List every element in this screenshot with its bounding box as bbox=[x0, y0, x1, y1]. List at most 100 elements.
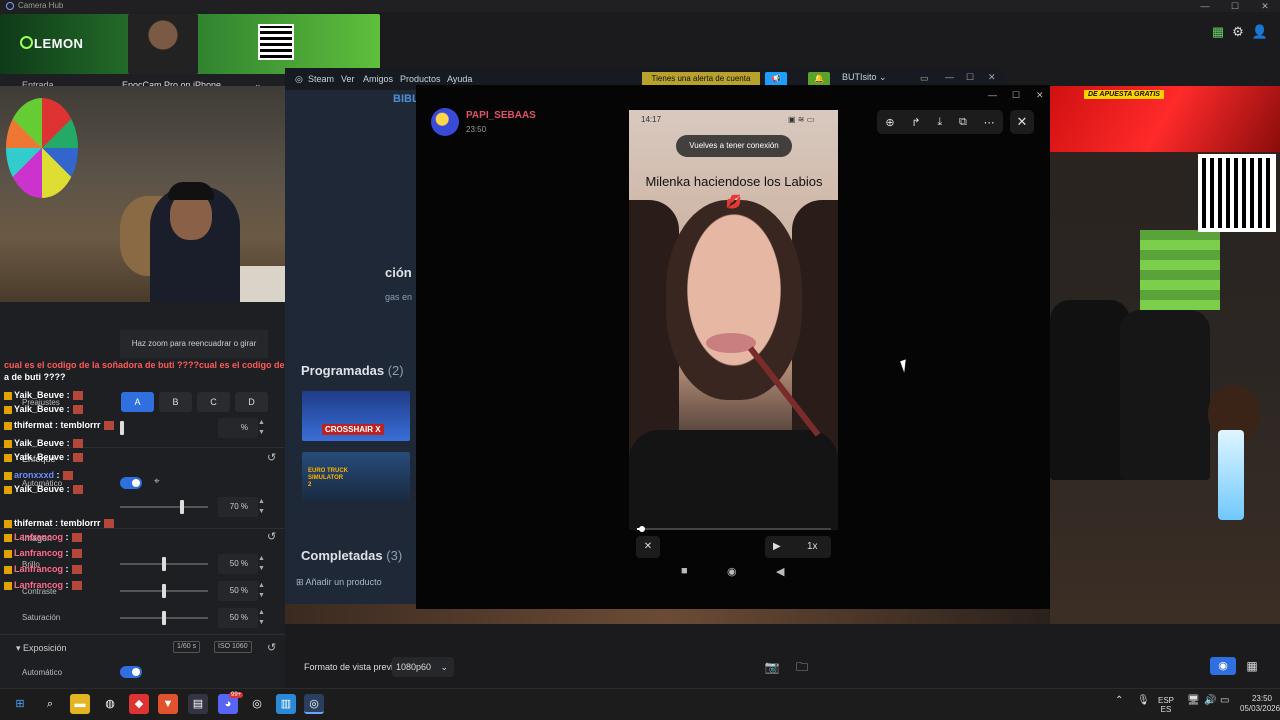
apps-icon[interactable]: ▦ bbox=[1212, 24, 1224, 40]
game-tile-eurotruck[interactable]: EURO TRUCK SIMULATOR 2 bbox=[302, 452, 410, 502]
obs-icon[interactable]: ◍ bbox=[100, 694, 120, 714]
brightness-knob[interactable] bbox=[162, 557, 166, 571]
more-icon[interactable]: ⋯ bbox=[984, 116, 995, 129]
scheduled-label: Programadas bbox=[301, 363, 385, 378]
language-indicator[interactable]: ESP ES bbox=[1158, 696, 1174, 714]
minimize-icon[interactable]: — bbox=[1190, 0, 1220, 12]
open-external-icon[interactable]: ⧉ bbox=[959, 116, 967, 129]
viewer-maximize-icon[interactable]: ☐ bbox=[1012, 90, 1020, 101]
menu-amigos[interactable]: Amigos bbox=[363, 74, 393, 84]
close-viewer-button[interactable]: ✕ bbox=[1010, 110, 1034, 134]
steam-user-menu[interactable]: BUTIsito ⌄ bbox=[842, 72, 887, 83]
saturation-knob[interactable] bbox=[162, 611, 166, 625]
gear-icon[interactable]: ⚙ bbox=[1232, 24, 1244, 40]
focus-slider[interactable]: 70 % ▲ ▼ bbox=[120, 497, 285, 517]
brightness-stepper-icon[interactable]: ▲ ▼ bbox=[258, 554, 268, 574]
network-icon[interactable]: 🖥 bbox=[1187, 696, 1200, 706]
grid-icon[interactable]: ▦ bbox=[1242, 657, 1262, 675]
steam-restore-icon[interactable]: — bbox=[945, 72, 954, 82]
menu-steam[interactable]: Steam bbox=[308, 74, 334, 84]
menu-productos[interactable]: Productos bbox=[400, 74, 441, 84]
preset-d-button[interactable]: D bbox=[235, 392, 268, 412]
chat-message: Yaik_Beuve : bbox=[4, 390, 83, 401]
preview-eye-icon[interactable]: ◉ bbox=[1210, 657, 1236, 675]
preset-c-button[interactable]: C bbox=[197, 392, 230, 412]
reset-image-icon[interactable]: ↺ bbox=[267, 530, 276, 543]
preview-format-select[interactable]: 1080p60 ⌄ bbox=[392, 657, 454, 677]
video-progress-track[interactable] bbox=[637, 528, 831, 530]
steam-logo-icon[interactable]: ◎ bbox=[295, 74, 303, 85]
zoom-slider[interactable]: % ▲ ▼ bbox=[120, 418, 285, 438]
menu-ver[interactable]: Ver bbox=[341, 74, 355, 84]
play-icon[interactable]: ▶ bbox=[773, 536, 781, 558]
zoom-stepper-icon[interactable]: ▲ ▼ bbox=[258, 418, 268, 438]
download-icon[interactable]: ⤓ bbox=[937, 116, 942, 129]
game-tile-crosshair[interactable]: CROSSHAIR X bbox=[302, 391, 410, 441]
account-alert-button[interactable]: Tienes una alerta de cuenta bbox=[642, 72, 760, 86]
stop-icon[interactable]: ■ bbox=[681, 565, 688, 577]
exposure-header[interactable]: ▾ Exposición bbox=[16, 643, 67, 654]
home-circle-icon[interactable]: ◉ bbox=[727, 565, 737, 578]
contrast-stepper-icon[interactable]: ▲ ▼ bbox=[258, 581, 268, 601]
windows-start-icon[interactable]: ⊞ bbox=[10, 694, 30, 714]
menu-ayuda[interactable]: Ayuda bbox=[447, 74, 472, 84]
forward-icon[interactable]: ↱ bbox=[911, 116, 920, 129]
viewer-close-icon[interactable]: ✕ bbox=[1036, 90, 1044, 101]
top-right-tools: ▦ ⚙ 👤 bbox=[1212, 24, 1268, 40]
contrast-knob[interactable] bbox=[162, 584, 166, 598]
saturation-slider[interactable]: 50 % ▲ ▼ bbox=[120, 608, 285, 628]
battery-icon[interactable]: ▭ bbox=[1220, 696, 1229, 706]
search-icon[interactable]: ⌕ bbox=[40, 694, 60, 714]
user-icon[interactable]: 👤 bbox=[1252, 24, 1268, 40]
saturation-value[interactable]: 50 % bbox=[218, 608, 258, 628]
focus-value[interactable]: 70 % bbox=[218, 497, 258, 517]
focus-stepper-icon[interactable]: ▲ ▼ bbox=[258, 497, 268, 517]
preset-a-button[interactable]: A bbox=[121, 392, 154, 412]
close-icon[interactable]: ✕ bbox=[1250, 0, 1280, 12]
video-progress-handle[interactable] bbox=[638, 526, 645, 532]
steam-close-icon[interactable]: ✕ bbox=[988, 72, 996, 83]
lemon-banner: LEMON bbox=[0, 14, 380, 74]
store-icon[interactable]: ▤ bbox=[188, 694, 208, 714]
tray-overflow-icon[interactable]: ⌃ bbox=[1115, 696, 1123, 706]
broadcast-icon[interactable]: 📢 bbox=[765, 72, 787, 86]
maximize-icon[interactable]: ☐ bbox=[1220, 0, 1250, 12]
contrast-slider[interactable]: 50 % ▲ ▼ bbox=[120, 581, 285, 601]
autofocus-toggle[interactable] bbox=[120, 477, 142, 489]
phone-status-icons: ▣ ≋ ▭ bbox=[788, 115, 815, 124]
folder-icon[interactable]: 🗀 bbox=[792, 657, 812, 677]
contrast-value[interactable]: 50 % bbox=[218, 581, 258, 601]
focus-target-icon[interactable]: ⌖ bbox=[154, 476, 160, 487]
reset-exposure-icon[interactable]: ↺ bbox=[267, 641, 276, 654]
add-product-button[interactable]: ⊞ Añadir un producto bbox=[296, 577, 382, 588]
clock[interactable]: 23:50 05/03/2026 bbox=[1240, 694, 1280, 714]
volume-icon[interactable]: 🔊 bbox=[1204, 696, 1216, 706]
notes-icon[interactable]: ▥ bbox=[276, 694, 296, 714]
app-red-icon[interactable]: ◆ bbox=[129, 694, 149, 714]
speed-button[interactable]: 1x bbox=[807, 536, 818, 558]
zoom-value[interactable]: % bbox=[218, 418, 258, 438]
library-tab[interactable]: BIBL bbox=[393, 93, 419, 105]
snapshot-camera-icon[interactable]: 📷 bbox=[762, 657, 782, 677]
reset-focus-icon[interactable]: ↺ bbox=[267, 451, 276, 464]
app-circle-icon[interactable]: ◎ bbox=[247, 694, 267, 714]
zoom-in-icon[interactable]: ⊕ bbox=[885, 116, 894, 129]
steam-taskbar-icon[interactable]: ◎ bbox=[304, 694, 324, 714]
steam-minimize-icon[interactable]: ▭ bbox=[920, 73, 929, 84]
close-video-button[interactable]: ✕ bbox=[636, 536, 660, 558]
notification-bell-icon[interactable]: 🔔 bbox=[808, 72, 830, 86]
zoom-slider-knob[interactable] bbox=[120, 421, 124, 435]
saturation-label: Saturación bbox=[22, 613, 61, 622]
exposure-auto-toggle[interactable] bbox=[120, 666, 142, 678]
brave-icon[interactable]: ▼ bbox=[158, 694, 178, 714]
brightness-slider[interactable]: 50 % ▲ ▼ bbox=[120, 554, 285, 574]
preset-b-button[interactable]: B bbox=[159, 392, 192, 412]
microphone-icon[interactable]: 🎙 bbox=[1137, 696, 1150, 706]
file-explorer-icon[interactable]: ▬ bbox=[70, 694, 90, 714]
viewer-minimize-icon[interactable]: — bbox=[988, 90, 997, 100]
saturation-stepper-icon[interactable]: ▲ ▼ bbox=[258, 608, 268, 628]
brightness-value[interactable]: 50 % bbox=[218, 554, 258, 574]
focus-slider-knob[interactable] bbox=[180, 500, 184, 514]
back-triangle-icon[interactable]: ◀ bbox=[776, 565, 784, 578]
steam-maximize-icon[interactable]: ☐ bbox=[966, 72, 974, 83]
